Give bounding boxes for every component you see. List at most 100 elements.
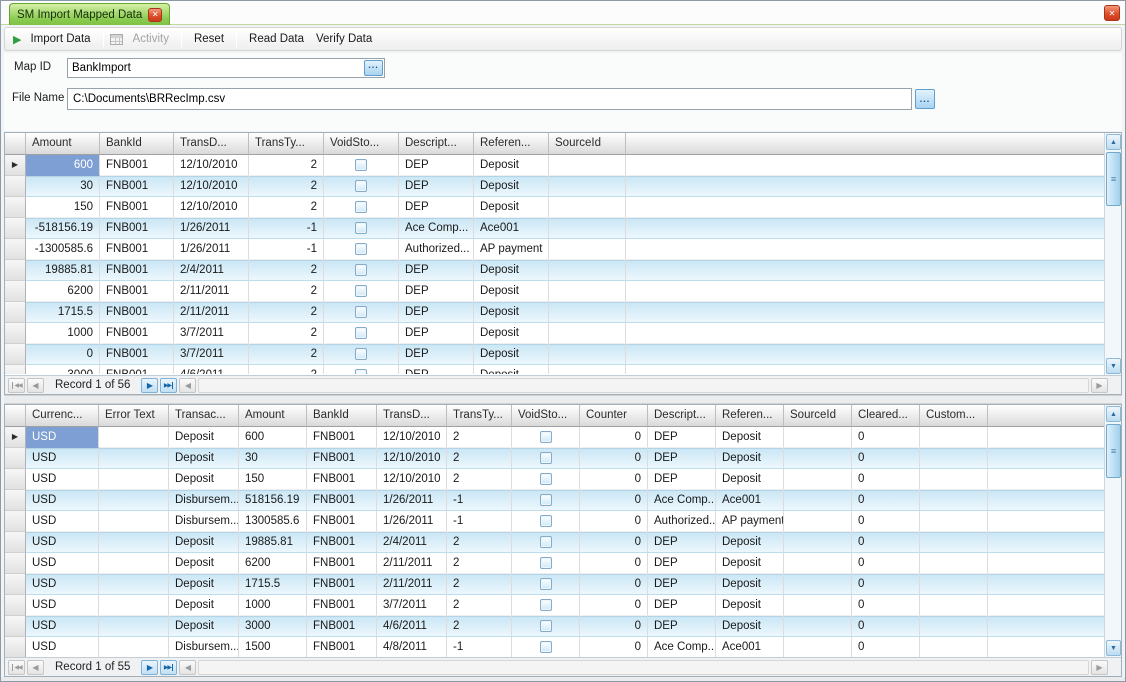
grid-cell[interactable]: Disbursem... — [169, 511, 239, 532]
scroll-down-button[interactable]: ▼ — [1106, 358, 1121, 374]
column-header-currenc[interactable]: Currenc... — [26, 405, 99, 427]
grid-cell[interactable]: DEP — [399, 197, 474, 218]
grid-cell[interactable]: 2 — [447, 469, 512, 490]
grid-cell[interactable] — [99, 448, 169, 469]
grid-cell[interactable]: -1300585.6 — [26, 239, 100, 260]
grid-cell[interactable]: FNB001 — [100, 344, 174, 365]
grid-cell[interactable]: AP payment — [474, 239, 549, 260]
grid-cell[interactable]: USD — [26, 427, 99, 448]
grid-cell[interactable]: FNB001 — [307, 574, 377, 595]
grid-cell[interactable]: FNB001 — [100, 365, 174, 374]
grid-cell[interactable] — [920, 637, 988, 657]
grid-cell[interactable] — [920, 511, 988, 532]
grid-cell[interactable]: 2 — [447, 553, 512, 574]
grid-cell[interactable]: 1/26/2011 — [174, 239, 249, 260]
grid-cell[interactable] — [512, 553, 580, 574]
grid-cell[interactable]: DEP — [399, 176, 474, 197]
nav-next-button[interactable]: ▶ — [141, 378, 158, 393]
grid-cell[interactable]: Ace001 — [716, 637, 784, 657]
grid-cell[interactable]: 0 — [580, 616, 648, 637]
grid-cell[interactable]: 2/4/2011 — [377, 532, 447, 553]
grid-cell[interactable]: FNB001 — [100, 302, 174, 323]
column-header-cleared[interactable]: Cleared... — [852, 405, 920, 427]
grid-cell[interactable] — [784, 490, 852, 511]
grid-cell[interactable]: FNB001 — [307, 469, 377, 490]
grid-cell[interactable] — [549, 302, 626, 323]
column-header-bankid[interactable]: BankId — [307, 405, 377, 427]
grid-cell[interactable]: FNB001 — [100, 323, 174, 344]
grid-cell[interactable]: DEP — [399, 323, 474, 344]
nav-last-button[interactable]: ▶▶ — [160, 660, 177, 675]
grid-cell[interactable]: 2 — [447, 532, 512, 553]
grid-cell[interactable]: Deposit — [169, 532, 239, 553]
grid-cell[interactable]: DEP — [399, 302, 474, 323]
grid-cell[interactable]: 0 — [852, 448, 920, 469]
grid-cell[interactable]: FNB001 — [100, 218, 174, 239]
grid-cell[interactable] — [549, 260, 626, 281]
void-checkbox[interactable] — [355, 327, 367, 339]
grid-cell[interactable]: Deposit — [474, 302, 549, 323]
grid-cell[interactable]: FNB001 — [307, 595, 377, 616]
grid-cell[interactable]: FNB001 — [100, 281, 174, 302]
column-header-descript[interactable]: Descript... — [648, 405, 716, 427]
grid-cell[interactable]: DEP — [648, 448, 716, 469]
grid-cell[interactable]: 0 — [580, 553, 648, 574]
grid-cell[interactable] — [549, 197, 626, 218]
grid-cell[interactable]: 2 — [249, 197, 324, 218]
void-checkbox[interactable] — [355, 159, 367, 171]
grid-cell[interactable]: 0 — [580, 511, 648, 532]
grid-cell[interactable]: -1 — [447, 511, 512, 532]
void-checkbox[interactable] — [540, 431, 552, 443]
grid-cell[interactable]: Deposit — [474, 155, 549, 176]
grid-cell[interactable] — [324, 344, 399, 365]
grid-cell[interactable]: 19885.81 — [239, 532, 307, 553]
grid-cell[interactable]: 1300585.6 — [239, 511, 307, 532]
grid-cell[interactable]: Deposit — [474, 344, 549, 365]
grid-cell[interactable]: AP payment — [716, 511, 784, 532]
column-header-sourceid[interactable]: SourceId — [549, 133, 626, 155]
grid-cell[interactable]: 0 — [580, 469, 648, 490]
grid-cell[interactable]: DEP — [648, 574, 716, 595]
void-checkbox[interactable] — [355, 222, 367, 234]
map-id-ellipsis-button[interactable]: ... — [364, 60, 383, 76]
grid-cell[interactable]: FNB001 — [307, 616, 377, 637]
grid-cell[interactable] — [784, 532, 852, 553]
grid-cell[interactable] — [324, 218, 399, 239]
grid-cell[interactable] — [920, 553, 988, 574]
grid-cell[interactable] — [324, 239, 399, 260]
grid-cell[interactable] — [324, 155, 399, 176]
void-checkbox[interactable] — [540, 599, 552, 611]
tab-close-icon[interactable]: ✕ — [148, 8, 162, 22]
column-header-transty[interactable]: TransTy... — [447, 405, 512, 427]
grid-cell[interactable]: Disbursem... — [169, 637, 239, 657]
grid-cell[interactable]: 1715.5 — [239, 574, 307, 595]
void-checkbox[interactable] — [355, 201, 367, 213]
void-checkbox[interactable] — [355, 180, 367, 192]
hscroll-track[interactable] — [198, 378, 1089, 393]
void-checkbox[interactable] — [540, 641, 552, 653]
void-checkbox[interactable] — [355, 306, 367, 318]
grid-cell[interactable]: -518156.19 — [26, 218, 100, 239]
nav-first-button[interactable]: ◀◀ — [8, 378, 25, 393]
grid-cell[interactable] — [784, 427, 852, 448]
column-header-errortext[interactable]: Error Text — [99, 405, 169, 427]
grid-cell[interactable]: 3/7/2011 — [377, 595, 447, 616]
grid-cell[interactable]: DEP — [399, 155, 474, 176]
grid-cell[interactable]: 6200 — [26, 281, 100, 302]
grid-cell[interactable]: -1 — [249, 218, 324, 239]
grid-cell[interactable]: 2 — [447, 595, 512, 616]
grid-cell[interactable] — [512, 490, 580, 511]
void-checkbox[interactable] — [355, 243, 367, 255]
grid-cell[interactable] — [324, 197, 399, 218]
grid-cell[interactable]: 12/10/2010 — [377, 448, 447, 469]
grid-cell[interactable] — [512, 595, 580, 616]
void-checkbox[interactable] — [540, 557, 552, 569]
column-header-referen[interactable]: Referen... — [474, 133, 549, 155]
grid-cell[interactable] — [784, 511, 852, 532]
grid-cell[interactable]: FNB001 — [307, 448, 377, 469]
grid-cell[interactable] — [512, 574, 580, 595]
grid-cell[interactable]: 2 — [249, 344, 324, 365]
hscroll-left-button[interactable]: ◀ — [179, 378, 196, 393]
grid-cell[interactable] — [920, 616, 988, 637]
grid-cell[interactable]: DEP — [648, 595, 716, 616]
